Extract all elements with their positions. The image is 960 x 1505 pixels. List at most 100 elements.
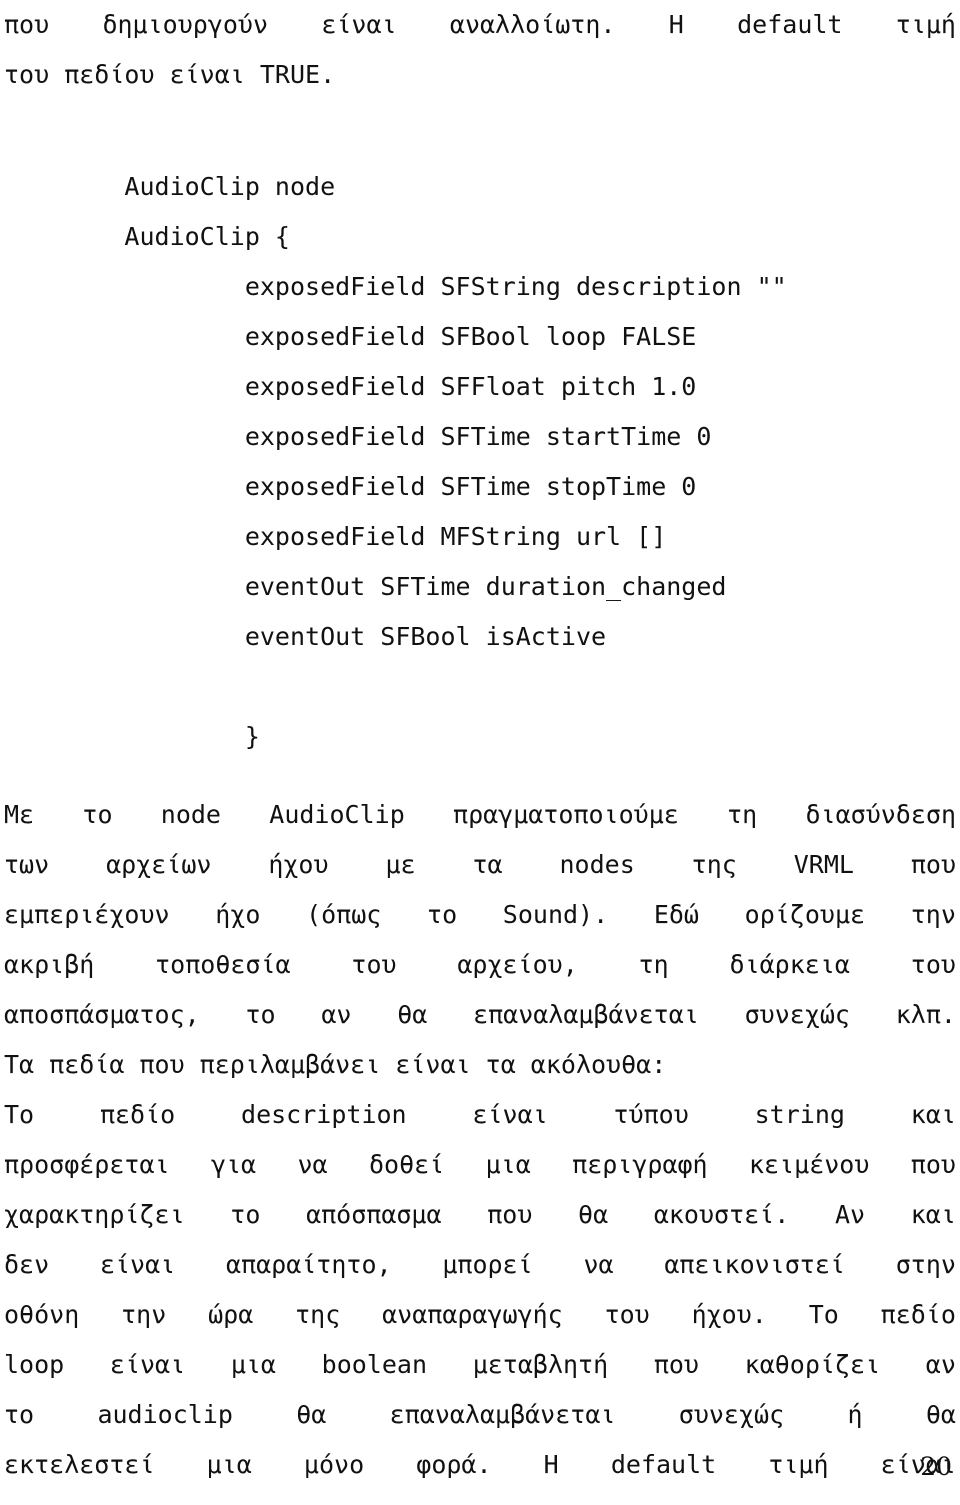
text-token: είναι xyxy=(99,1250,176,1279)
text-token: αναλλοίωτη. xyxy=(449,10,616,39)
code-block-line: AudioClip node xyxy=(4,172,336,201)
text-token: στην xyxy=(895,1250,956,1279)
text-token: της xyxy=(691,850,737,879)
document-page: που δημιουργούν είναι αναλλοίωτη. Ηdefault τι… xyxy=(0,0,960,1505)
text-token: node xyxy=(160,800,221,829)
page-number: 20 xyxy=(920,1452,952,1481)
text-token: ακουστεί. xyxy=(653,1200,790,1229)
text-token: απεικονιστεί xyxy=(664,1250,845,1279)
text-token: συνεχώς xyxy=(678,1400,785,1429)
text-token: κλπ. xyxy=(895,1000,956,1029)
text-token: είναι xyxy=(321,10,397,39)
text-token: αρχείου, xyxy=(457,950,578,979)
body-paragraph-2-line: δεν είναι απαραίτητο, μπορεί να απεικονιστεί σ… xyxy=(4,1240,956,1290)
text-token: θα xyxy=(397,1000,428,1029)
text-token: να xyxy=(583,1250,614,1279)
text-token: της xyxy=(295,1300,341,1329)
body-paragraph-1-line: των αρχείων ήχου με τα nodes της VRML που xyxy=(4,840,956,890)
text-token: το xyxy=(245,1000,276,1029)
text-token: default xyxy=(610,1450,717,1479)
text-token: δημιουργούν xyxy=(102,10,269,39)
text-token: του xyxy=(351,950,397,979)
text-token: ορίζουμε xyxy=(744,900,866,929)
text-token: αρχείων xyxy=(106,850,212,879)
text-token: ήχου xyxy=(268,850,329,879)
text-token: που xyxy=(910,1150,956,1179)
text-token: είναι xyxy=(109,1350,186,1379)
body-paragraph-2-line: loop είναι μια boolean μεταβλητή που καθορίζει… xyxy=(4,1340,956,1390)
text-token: boolean xyxy=(321,1350,428,1379)
text-token: και xyxy=(910,1100,956,1129)
text-token: αναπαραγωγής xyxy=(382,1300,563,1329)
code-block-line xyxy=(4,662,956,712)
code-block-line: eventOut SFBool isActive xyxy=(4,622,607,651)
text-token: φορά. xyxy=(416,1450,492,1479)
intro-paragraph: που δημιουργούν είναι αναλλοίωτη. Ηdefault τι… xyxy=(4,0,956,100)
text-token: αποσπάσματος, xyxy=(4,1000,200,1029)
text-token: Το xyxy=(808,1300,839,1329)
text-token: μια xyxy=(230,1350,276,1379)
text-token: πεδίο xyxy=(880,1300,956,1329)
text-token: το xyxy=(82,800,113,829)
text-token: του xyxy=(910,950,956,979)
text-token: δοθεί xyxy=(368,1150,445,1179)
text-token: το xyxy=(230,1200,261,1229)
page-content: που δημιουργούν είναι αναλλοίωτη. Ηdefault τι… xyxy=(4,0,956,1490)
text-token: το xyxy=(427,900,458,929)
text-token: audioclip xyxy=(97,1400,233,1429)
text-token: VRML xyxy=(793,850,854,879)
text-token: ήχο xyxy=(215,900,261,929)
text-token: τα xyxy=(472,850,503,879)
text-token: τη xyxy=(638,950,669,979)
text-token: κειμένου xyxy=(748,1150,870,1179)
text-token: nodes xyxy=(559,850,635,879)
body-paragraph-2-line: το audioclip θα επαναλαμβάνεται συνεχώς ή θα xyxy=(4,1390,956,1440)
text-token: τη xyxy=(727,800,758,829)
body-paragraph-2-line: οθόνη την ώρα της αναπαραγωγής του ήχου. Το πεδί… xyxy=(4,1290,956,1340)
code-block-line: exposedField SFTime stopTime 0 xyxy=(4,472,697,501)
body-paragraph-2-line: εκτελεστεί μια μόνο φορά. Ηdefault τιμή είναι xyxy=(4,1440,956,1490)
text-token: προσφέρεται xyxy=(4,1150,170,1179)
body-paragraph-2-line: χαρακτηρίζει το απόσπασμα που θα ακουστεί. Αν κ… xyxy=(4,1190,956,1240)
text-token: string xyxy=(754,1100,845,1129)
text-token: θα xyxy=(296,1400,327,1429)
code-block-line: exposedField SFString description "" xyxy=(4,272,787,301)
text-token: το xyxy=(4,1400,35,1429)
text-token: Αν xyxy=(834,1200,866,1229)
text-token: ακριβή xyxy=(4,950,95,979)
intro-paragraph-line: του πεδίου είναι TRUE. xyxy=(4,60,336,89)
text-token: μπορεί xyxy=(442,1250,533,1279)
body-paragraph-1-line: εμπεριέχουν ήχο (όπως το Sound). Εδώ ορίζουμε τ… xyxy=(4,890,956,940)
code-block-line: exposedField MFString url [] xyxy=(4,522,667,551)
text-token: εμπεριέχουν xyxy=(4,900,170,929)
text-token: περιγραφή xyxy=(572,1150,708,1179)
text-token: την xyxy=(121,1300,167,1329)
text-token: απαραίτητο, xyxy=(225,1250,392,1279)
body-paragraph-1: Με το node AudioClip πραγματοποιούμε τη διασύν… xyxy=(4,790,956,1090)
code-block-line: exposedField SFBool loop FALSE xyxy=(4,322,697,351)
text-token: ώρα xyxy=(208,1300,254,1329)
text-token: διασύνδεση xyxy=(805,800,956,829)
body-paragraph-2: Το πεδίο description είναι τύπου string και προ… xyxy=(4,1090,956,1490)
text-token: την xyxy=(910,900,956,929)
body-paragraph-1-line: Τα πεδία που περιλαμβάνει είναι τα ακόλο… xyxy=(4,1050,667,1079)
text-token: είναι xyxy=(472,1100,548,1129)
text-token: μια xyxy=(206,1450,252,1479)
text-token: τιμή xyxy=(768,1450,829,1479)
text-token: να xyxy=(297,1150,328,1179)
text-token: που xyxy=(910,850,956,879)
text-token: αν xyxy=(925,1350,956,1379)
body-paragraph-1-line: ακριβή τοποθεσία του αρχείου, τη διάρκεια του xyxy=(4,940,956,990)
text-token: καθορίζει xyxy=(744,1350,881,1379)
body-paragraph-2-line: προσφέρεται για να δοθεί μια περιγραφή κειμένο… xyxy=(4,1140,956,1190)
text-token: Με xyxy=(4,800,35,829)
code-block-line: AudioClip { xyxy=(4,222,290,251)
text-token: δεν xyxy=(4,1250,50,1279)
text-token: πραγματοποιούμε xyxy=(453,800,679,829)
text-token: που xyxy=(4,10,50,39)
text-token: αν xyxy=(321,1000,352,1029)
text-token: τύπου xyxy=(613,1100,689,1129)
text-token: θα xyxy=(925,1400,956,1429)
text-token: εκτελεστεί xyxy=(4,1450,155,1479)
